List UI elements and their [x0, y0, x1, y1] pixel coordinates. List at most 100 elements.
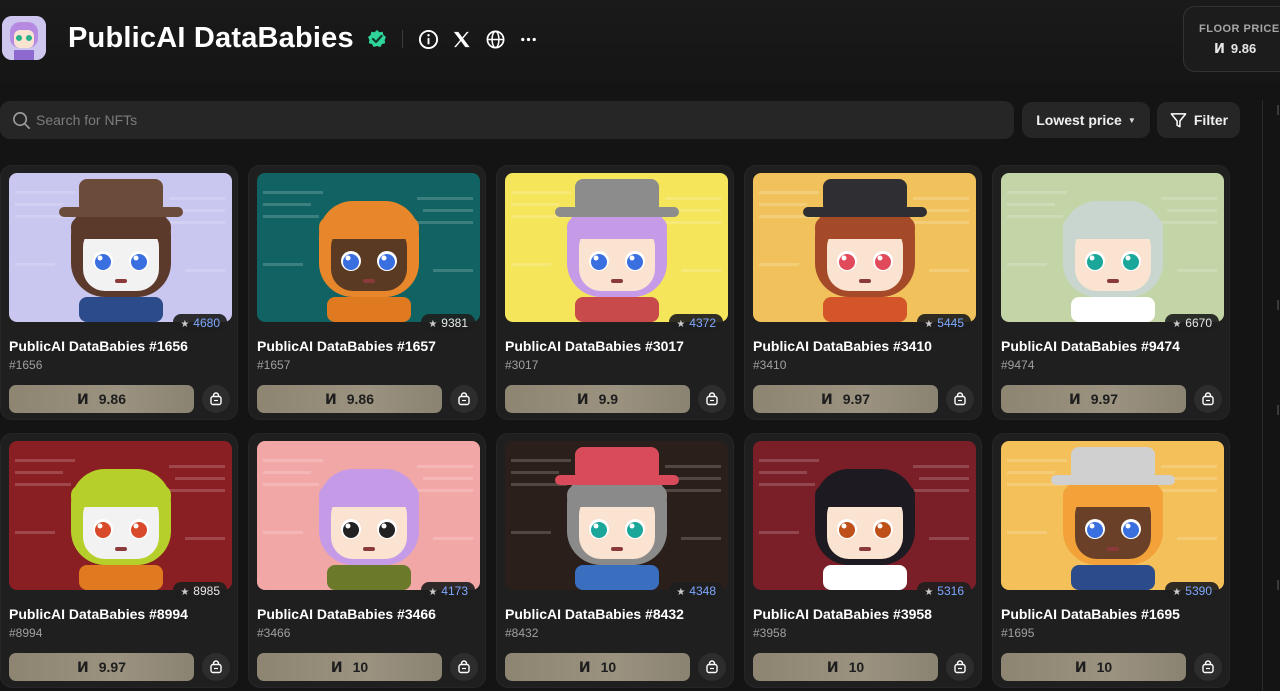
nft-image[interactable] — [1001, 173, 1224, 322]
add-to-cart-button[interactable] — [698, 385, 726, 413]
nft-artwork — [1001, 441, 1224, 590]
add-to-cart-button[interactable] — [450, 385, 478, 413]
star-icon: ★ — [924, 319, 934, 330]
nft-name[interactable]: PublicAI DataBabies #8994 — [9, 606, 188, 622]
verified-badge-icon — [368, 30, 386, 47]
nft-image[interactable] — [257, 173, 480, 322]
nft-image[interactable] — [505, 173, 728, 322]
shopping-bag-icon — [954, 392, 966, 406]
buy-price-button[interactable]: Ͷ 9.86 — [257, 385, 442, 413]
floor-price-panel: FLOOR PRICE Ͷ 9.86 — [1183, 6, 1280, 72]
nft-token-id: #3958 — [753, 626, 787, 640]
search-input[interactable] — [36, 105, 996, 135]
buy-price-button[interactable]: Ͷ 9.97 — [1001, 385, 1186, 413]
add-to-cart-button[interactable] — [1194, 385, 1222, 413]
nft-name[interactable]: PublicAI DataBabies #8432 — [505, 606, 684, 622]
nft-name[interactable]: PublicAI DataBabies #1656 — [9, 338, 188, 354]
rarity-rank: 5445 — [937, 316, 964, 330]
nft-artwork — [505, 441, 728, 590]
filter-icon — [1170, 112, 1187, 127]
buy-price-button[interactable]: Ͷ 10 — [753, 653, 938, 681]
shopping-bag-icon — [458, 660, 470, 674]
nft-image[interactable] — [9, 173, 232, 322]
add-to-cart-button[interactable] — [946, 385, 974, 413]
x-twitter-icon[interactable] — [450, 28, 472, 50]
add-to-cart-button[interactable] — [1194, 653, 1222, 681]
nft-name[interactable]: PublicAI DataBabies #3466 — [257, 606, 436, 622]
nft-image[interactable] — [505, 441, 728, 590]
rarity-rank: 6670 — [1185, 316, 1212, 330]
collection-avatar[interactable] — [2, 16, 46, 60]
rarity-rank-badge: ★ 5316 — [917, 582, 971, 600]
nft-image[interactable] — [257, 441, 480, 590]
nft-card[interactable]: ★ 8985 PublicAI DataBabies #8994 #8994 Ͷ9… — [0, 433, 238, 688]
nft-token-id: #8432 — [505, 626, 539, 640]
rarity-rank-badge: ★ 5445 — [917, 314, 971, 332]
nft-token-id: #3410 — [753, 358, 787, 372]
nft-name[interactable]: PublicAI DataBabies #1657 — [257, 338, 436, 354]
buy-price-button[interactable]: Ͷ 10 — [505, 653, 690, 681]
buy-price-button[interactable]: Ͷ 9.9 — [505, 385, 690, 413]
shopping-bag-icon — [954, 660, 966, 674]
buy-price-button[interactable]: Ͷ 9.86 — [9, 385, 194, 413]
rarity-rank: 9381 — [441, 316, 468, 330]
nft-name[interactable]: PublicAI DataBabies #3958 — [753, 606, 932, 622]
rarity-rank: 8985 — [193, 584, 220, 598]
nft-artwork — [9, 441, 232, 590]
nft-price: 10 — [1096, 659, 1113, 675]
near-currency-icon: Ͷ — [578, 658, 591, 675]
nft-card[interactable]: ★ 6670 PublicAI DataBabies #9474 #9474 Ͷ9… — [992, 165, 1230, 420]
nft-card[interactable]: ★ 4372 PublicAI DataBabies #3017 #3017 Ͷ9… — [496, 165, 734, 420]
nft-token-id: #3017 — [505, 358, 539, 372]
nft-card[interactable]: ★ 4348 PublicAI DataBabies #8432 #8432 Ͷ1… — [496, 433, 734, 688]
rarity-rank: 5390 — [1185, 584, 1212, 598]
nft-image[interactable] — [1001, 441, 1224, 590]
buy-price-button[interactable]: Ͷ 10 — [1001, 653, 1186, 681]
shopping-bag-icon — [210, 392, 222, 406]
nft-name[interactable]: PublicAI DataBabies #1695 — [1001, 606, 1180, 622]
nft-card[interactable]: ★ 9381 PublicAI DataBabies #1657 #1657 Ͷ9… — [248, 165, 486, 420]
globe-icon[interactable] — [484, 28, 506, 50]
floor-price-label: FLOOR PRICE — [1199, 23, 1280, 35]
nft-artwork — [9, 173, 232, 322]
nft-price: 10 — [352, 659, 369, 675]
shopping-bag-icon — [706, 392, 718, 406]
nft-token-id: #3466 — [257, 626, 291, 640]
shopping-bag-icon — [210, 660, 222, 674]
add-to-cart-button[interactable] — [450, 653, 478, 681]
nft-image[interactable] — [753, 173, 976, 322]
nft-card[interactable]: ★ 5390 PublicAI DataBabies #1695 #1695 Ͷ1… — [992, 433, 1230, 688]
rarity-rank-badge: ★ 5390 — [1165, 582, 1219, 600]
shopping-bag-icon — [1202, 660, 1214, 674]
sort-dropdown[interactable]: Lowest price ▼ — [1022, 102, 1150, 138]
search-bar[interactable] — [0, 101, 1014, 139]
buy-price-button[interactable]: Ͷ 9.97 — [753, 385, 938, 413]
more-options-icon[interactable] — [517, 28, 539, 50]
nft-name[interactable]: PublicAI DataBabies #9474 — [1001, 338, 1180, 354]
info-icon[interactable] — [417, 28, 439, 50]
rarity-rank: 4348 — [689, 584, 716, 598]
nft-card[interactable]: ★ 4173 PublicAI DataBabies #3466 #3466 Ͷ1… — [248, 433, 486, 688]
rarity-rank: 4173 — [441, 584, 468, 598]
strip-mark — [1277, 300, 1279, 310]
nft-name[interactable]: PublicAI DataBabies #3017 — [505, 338, 684, 354]
add-to-cart-button[interactable] — [202, 385, 230, 413]
star-icon: ★ — [180, 319, 190, 330]
nft-image[interactable] — [753, 441, 976, 590]
nft-token-id: #8994 — [9, 626, 43, 640]
nft-card[interactable]: ★ 5316 PublicAI DataBabies #3958 #3958 Ͷ1… — [744, 433, 982, 688]
filter-label: Filter — [1193, 112, 1229, 128]
near-currency-icon: Ͷ — [1069, 390, 1081, 407]
nft-name[interactable]: PublicAI DataBabies #3410 — [753, 338, 932, 354]
nft-card[interactable]: ★ 4680 PublicAI DataBabies #1656 #1656 Ͷ9… — [0, 165, 238, 420]
add-to-cart-button[interactable] — [202, 653, 230, 681]
nft-card[interactable]: ★ 5445 PublicAI DataBabies #3410 #3410 Ͷ9… — [744, 165, 982, 420]
buy-price-button[interactable]: Ͷ 10 — [257, 653, 442, 681]
add-to-cart-button[interactable] — [698, 653, 726, 681]
buy-price-button[interactable]: Ͷ 9.97 — [9, 653, 194, 681]
filter-button[interactable]: Filter — [1157, 102, 1240, 138]
nft-image[interactable] — [9, 441, 232, 590]
add-to-cart-button[interactable] — [946, 653, 974, 681]
nft-token-id: #1657 — [257, 358, 291, 372]
star-icon: ★ — [1172, 319, 1182, 330]
